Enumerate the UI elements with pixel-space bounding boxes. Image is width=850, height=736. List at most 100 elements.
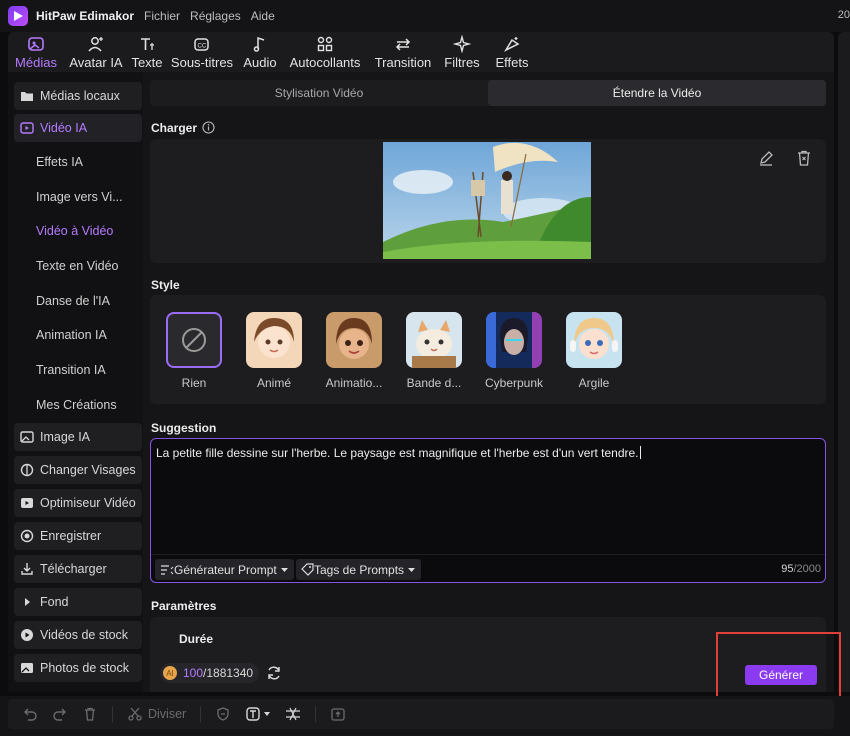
sidebar-sub-transition-ia[interactable]: Transition IA — [36, 363, 106, 377]
tool-filtres-label: Filtres — [444, 55, 480, 70]
title-right-text: 20 — [837, 9, 850, 21]
tool-avatar-ia[interactable]: Avatar IA — [64, 32, 128, 72]
style-bande-dessinee[interactable]: Bande d... — [398, 312, 470, 390]
separator — [200, 706, 202, 722]
style-label: Argile — [578, 376, 610, 390]
menu-aide[interactable]: Aide — [251, 9, 275, 23]
parameters-panel: Durée AI 100/1881340 — [150, 617, 826, 692]
cyberpunk-thumbnail — [486, 312, 542, 368]
sidebar-sub-image-vers-video[interactable]: Image vers Vi... — [36, 190, 123, 204]
generate-button[interactable]: Générer — [745, 665, 817, 685]
style-anime[interactable]: Animé — [238, 312, 310, 390]
effects-icon — [504, 37, 520, 52]
sidebar-item-label: Enregistrer — [40, 529, 102, 543]
sidebar-sub-video-a-video[interactable]: Vidéo à Vidéo — [36, 224, 113, 238]
crop-split-icon[interactable] — [285, 706, 301, 722]
chevron-down-icon — [280, 567, 288, 572]
tool-autocollants-label: Autocollants — [289, 55, 361, 70]
suggestion-title: Suggestion — [151, 421, 217, 435]
clay-thumbnail — [566, 312, 622, 368]
sidebar-sub-mes-creations[interactable]: Mes Créations — [36, 398, 117, 412]
tool-sous-titres[interactable]: CC Sous-titres — [166, 32, 238, 72]
tab-stylisation-video[interactable]: Stylisation Vidéo — [150, 80, 488, 106]
sidebar-item-label: Télécharger — [40, 562, 107, 576]
none-icon — [166, 312, 222, 368]
text-box-icon — [246, 707, 260, 721]
export-frame-icon[interactable] — [330, 706, 346, 722]
separator — [112, 706, 113, 722]
audio-icon — [253, 36, 265, 52]
sidebar-item-photos-stock[interactable]: Photos de stock — [14, 654, 142, 682]
uploaded-image-thumbnail — [383, 142, 591, 259]
char-count-value: 95 — [781, 563, 794, 575]
style-cyberpunk[interactable]: Cyberpunk — [478, 312, 550, 390]
main-toolbar: Médias Avatar IA Texte CC Sous-titres Au… — [8, 32, 834, 72]
text-icon — [141, 38, 154, 50]
sidebar-item-enregistrer[interactable]: Enregistrer — [14, 522, 142, 550]
bottom-toolbar: Diviser — [0, 696, 850, 736]
stock-video-icon — [20, 628, 34, 642]
title-bar: HitPaw Edimakor Fichier Réglages Aide 20 — [0, 0, 850, 32]
tool-filtres[interactable]: Filtres — [438, 32, 486, 72]
delete-icon[interactable] — [795, 149, 813, 167]
sidebar-item-changer-visages[interactable]: Changer Visages — [14, 456, 142, 484]
tool-texte-label: Texte — [131, 55, 163, 70]
prompt-generator-label: Générateur Prompt — [174, 562, 277, 577]
sidebar-item-image-ia[interactable]: Image IA — [14, 423, 142, 451]
split-button[interactable]: Diviser — [127, 706, 186, 722]
char-counter: 95/2000 — [781, 563, 821, 575]
refresh-icon[interactable] — [266, 665, 282, 681]
sidebar-item-optimiseur[interactable]: Optimiseur Vidéo — [14, 489, 142, 517]
stickers-icon — [317, 36, 333, 52]
sidebar-sub-effets-ia[interactable]: Effets IA — [36, 155, 83, 169]
prompt-text: La petite fille dessine sur l'herbe. Le … — [156, 446, 639, 460]
edit-icon[interactable] — [757, 149, 775, 167]
style-animation[interactable]: Animatio... — [318, 312, 390, 390]
sidebar-item-videos-stock[interactable]: Vidéos de stock — [14, 621, 142, 649]
style-label: Bande d... — [406, 376, 462, 390]
tool-medias[interactable]: Médias — [8, 32, 64, 72]
shield-icon[interactable] — [215, 706, 231, 722]
style-argile[interactable]: Argile — [558, 312, 630, 390]
credits-total: /1881340 — [203, 666, 254, 680]
style-rien[interactable]: Rien — [158, 312, 230, 390]
menu-fichier[interactable]: Fichier — [144, 9, 180, 23]
undo-icon[interactable] — [22, 706, 38, 722]
tool-audio[interactable]: Audio — [238, 32, 282, 72]
tool-transition-label: Transition — [374, 55, 432, 70]
tool-effets[interactable]: Effets — [486, 32, 538, 72]
avatar-icon — [88, 37, 103, 52]
tool-texte[interactable]: Texte — [128, 32, 166, 72]
sidebar-item-fond[interactable]: Fond — [14, 588, 142, 616]
prompt-generator-button[interactable]: Générateur Prompt — [155, 559, 294, 580]
sidebar-item-label: Fond — [40, 595, 69, 609]
sidebar-sub-danse-ia[interactable]: Danse de l'IA — [36, 294, 110, 308]
redo-icon[interactable] — [52, 706, 68, 722]
record-icon — [20, 529, 34, 543]
app-title: HitPaw Edimakor — [36, 9, 135, 23]
prompt-tags-button[interactable]: Tags de Prompts — [296, 559, 422, 580]
chevron-down-icon — [264, 712, 271, 716]
sidebar-item-label: Changer Visages — [40, 463, 136, 477]
tool-transition[interactable]: Transition — [368, 32, 438, 72]
info-icon[interactable] — [202, 121, 215, 137]
sidebar-item-medias-locaux[interactable]: Médias locaux — [14, 82, 142, 110]
image-ai-icon — [20, 430, 34, 444]
media-icon — [28, 37, 44, 51]
sidebar-item-label: Photos de stock — [40, 661, 129, 675]
prompt-textarea[interactable]: La petite fille dessine sur l'herbe. Le … — [150, 438, 826, 583]
tool-autocollants[interactable]: Autocollants — [282, 32, 368, 72]
tab-etendre-video[interactable]: Étendre la Vidéo — [488, 80, 826, 106]
sidebar-item-telecharger[interactable]: Télécharger — [14, 555, 142, 583]
prompt-tags-label: Tags de Prompts — [314, 562, 405, 577]
sidebar-item-video-ia[interactable]: Vidéo IA — [14, 114, 142, 142]
sidebar-item-label: Vidéo IA — [40, 121, 88, 135]
scissors-icon — [128, 707, 142, 721]
menu-reglages[interactable]: Réglages — [190, 9, 241, 23]
sidebar-sub-animation-ia[interactable]: Animation IA — [36, 328, 107, 342]
text-tool-button[interactable] — [245, 706, 271, 722]
trash-icon[interactable] — [82, 706, 98, 722]
prompt-footer: Générateur Prompt Tags de Prompts 95/200… — [151, 554, 825, 583]
upload-area[interactable] — [150, 139, 826, 263]
sidebar-sub-texte-en-video[interactable]: Texte en Vidéo — [36, 259, 118, 273]
